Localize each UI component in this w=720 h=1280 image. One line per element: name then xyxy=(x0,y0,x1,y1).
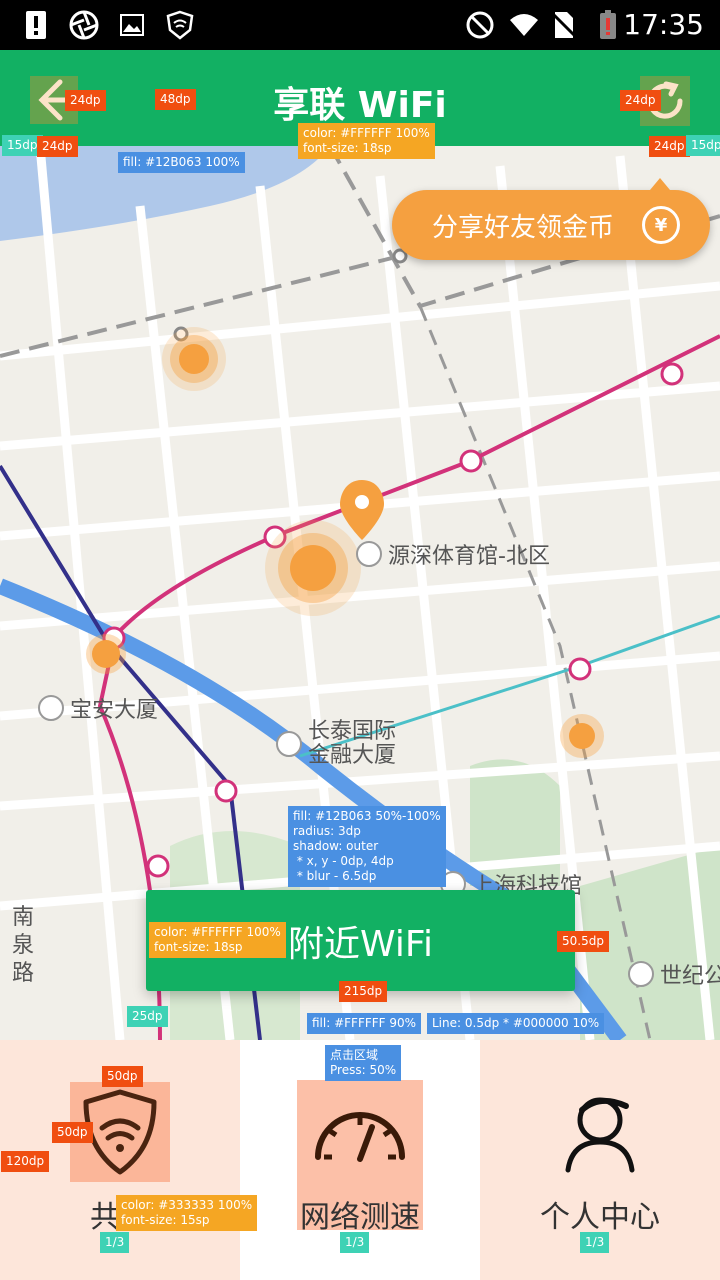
nearby-wifi-label: 附近WiFi xyxy=(288,923,433,965)
aperture-icon xyxy=(68,9,100,41)
no-sim-icon xyxy=(548,9,580,41)
spec-annotation: fill: #FFFFFF 90% xyxy=(307,1013,422,1034)
landmark-icon xyxy=(276,731,302,757)
spec-annotation: 24dp xyxy=(649,136,690,157)
poi-label: 世纪公 xyxy=(628,958,720,990)
spec-annotation: 24dp xyxy=(65,90,106,111)
do-not-disturb-icon xyxy=(464,9,496,41)
spec-annotation: 25dp xyxy=(127,1006,168,1027)
poi-label: 长泰国际 金融大厦 xyxy=(276,720,396,768)
spec-annotation: 24dp xyxy=(37,136,78,157)
wifi-signal-icon xyxy=(508,9,540,41)
spec-annotation: color: #FFFFFF 100% font-size: 18sp xyxy=(298,123,435,159)
spec-annotation: 1/3 xyxy=(580,1232,610,1253)
battery-low-icon xyxy=(592,9,624,41)
landmark-icon xyxy=(628,961,654,987)
coin-icon: ¥ xyxy=(642,206,680,244)
landmark-icon xyxy=(356,541,382,567)
alert-icon xyxy=(20,9,52,41)
spec-annotation: 点击区域 Press: 50% xyxy=(325,1045,402,1081)
tab-speed-test-label: 网络测速 xyxy=(300,1200,420,1235)
spec-annotation: 1/3 xyxy=(340,1232,370,1253)
spec-annotation: 15dp xyxy=(686,135,720,156)
spec-annotation: 24dp xyxy=(620,90,661,111)
landmark-icon xyxy=(38,695,64,721)
spec-annotation: 50dp xyxy=(102,1066,143,1087)
spec-annotation: 120dp xyxy=(1,1151,50,1172)
person-icon xyxy=(550,1082,650,1182)
spec-annotation: 215dp xyxy=(339,981,388,1002)
status-time: 17:35 xyxy=(623,8,704,41)
spec-annotation: 50.5dp xyxy=(557,931,609,952)
road-label: 南 泉 路 xyxy=(12,905,35,986)
spec-annotation: 1/3 xyxy=(100,1232,130,1253)
share-reward-label: 分享好友领金币 xyxy=(432,212,615,243)
share-reward-button[interactable]: 分享好友领金币 ¥ xyxy=(392,178,710,260)
spec-annotation: fill: #12B063 50%-100% radius: 3dp shado… xyxy=(288,806,446,887)
page-title: 享联 WiFi xyxy=(273,85,447,126)
spec-annotation: 48dp xyxy=(155,89,196,110)
tab-profile-label: 个人中心 xyxy=(540,1200,660,1235)
poi-label: 宝安大厦 xyxy=(38,692,158,724)
spec-annotation: fill: #12B063 100% xyxy=(118,152,245,173)
spec-annotation: 50dp xyxy=(52,1122,93,1143)
spec-annotation: Line: 0.5dp * #000000 10% xyxy=(427,1013,605,1034)
image-icon xyxy=(116,9,148,41)
poi-label: 源深体育馆-北区 xyxy=(356,538,550,570)
spec-annotation: color: #FFFFFF 100% font-size: 18sp xyxy=(149,922,286,958)
spec-annotation: color: #333333 100% font-size: 15sp xyxy=(116,1195,258,1231)
speedometer-icon xyxy=(310,1082,410,1182)
shield-wifi-icon xyxy=(164,9,196,41)
status-bar: 17:35 xyxy=(0,0,720,50)
